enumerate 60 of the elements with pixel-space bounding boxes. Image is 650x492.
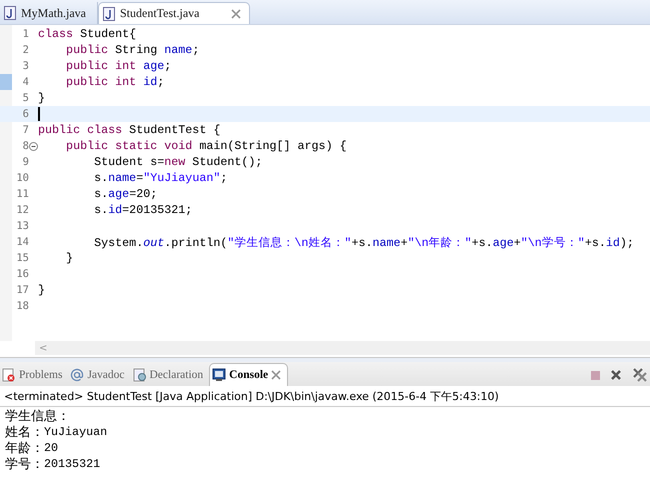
close-icon[interactable]: [271, 370, 282, 380]
line-number: 13: [15, 220, 29, 232]
line-number: 4: [22, 76, 29, 88]
code-line: public static void main(String[] args) {: [65, 139, 347, 153]
panel-tab[interactable]: Declaration: [130, 364, 210, 386]
remove-all-icon[interactable]: [632, 367, 648, 383]
code-line: public String name;: [65, 43, 200, 57]
collapse-icon[interactable]: [29, 142, 38, 150]
text-cursor: [38, 107, 40, 121]
remove-icon[interactable]: [610, 369, 622, 381]
output-label: 年龄：: [5, 440, 44, 457]
code-line: System.out.println("学生信息：\n姓名："+s.name+"\n年龄："+s.age+"\n学号："+s.id);: [93, 234, 634, 250]
horizontal-scrollbar[interactable]: <: [35, 341, 650, 355]
close-icon[interactable]: [231, 8, 241, 18]
line-number: 11: [15, 188, 29, 200]
monitor-icon: [212, 368, 226, 382]
panel-tab[interactable]: Javadoc: [68, 364, 130, 386]
java-file-icon: [103, 6, 115, 20]
line-number: 17: [15, 284, 29, 296]
line-number: 18: [15, 300, 29, 312]
code-line: }: [38, 91, 46, 105]
code-line: s.id=20135321;: [93, 203, 192, 217]
line-number: 9: [22, 156, 29, 168]
line-number: 2: [22, 44, 29, 56]
panel-tab[interactable]: Problems: [0, 364, 68, 386]
line-number: 7: [22, 124, 29, 136]
code-line: s.name="YuJiayuan";: [93, 171, 228, 185]
at-sign-icon: [70, 368, 84, 382]
java-file-icon: [4, 6, 16, 20]
code-line: }: [65, 251, 74, 265]
editor-tab[interactable]: MyMath.java: [0, 2, 98, 24]
code-line: Student s=new Student();: [93, 155, 262, 169]
line-number: 6: [22, 108, 29, 120]
line-number: 15: [15, 252, 29, 264]
problems-icon: [2, 368, 16, 382]
code-line: }: [38, 283, 46, 297]
line-number: 5: [22, 92, 29, 104]
code-line: public int id;: [65, 75, 164, 89]
code-line: class Student{: [38, 27, 136, 41]
scroll-left-arrow[interactable]: <: [35, 342, 48, 354]
code-line: public class StudentTest {: [38, 123, 220, 137]
console-header: <terminated> StudentTest [Java Application] D:\JDK\bin\javaw.exe (2015-6-4 下午5:43:10): [0, 386, 650, 407]
output-value: 20: [44, 441, 58, 455]
editor-tab[interactable]: StudentTest.java: [98, 2, 250, 24]
code-line: public int age;: [65, 59, 172, 73]
output-label: 学生信息：: [5, 408, 70, 425]
line-number: 14: [15, 236, 29, 248]
output-label: 姓名：: [5, 424, 44, 441]
line-number: 8: [22, 140, 29, 152]
panel-tab[interactable]: Console: [209, 363, 288, 386]
output-value: YuJiayuan: [44, 425, 108, 439]
line-number: 16: [15, 268, 29, 280]
line-number: 1: [22, 28, 29, 40]
code-line: s.age=20;: [93, 187, 158, 201]
line-number: 10: [15, 172, 29, 184]
line-number: 12: [15, 204, 29, 216]
document-icon: [132, 368, 146, 382]
output-value: 20135321: [44, 457, 100, 471]
output-label: 学号：: [5, 456, 44, 473]
line-number: 3: [22, 60, 29, 72]
